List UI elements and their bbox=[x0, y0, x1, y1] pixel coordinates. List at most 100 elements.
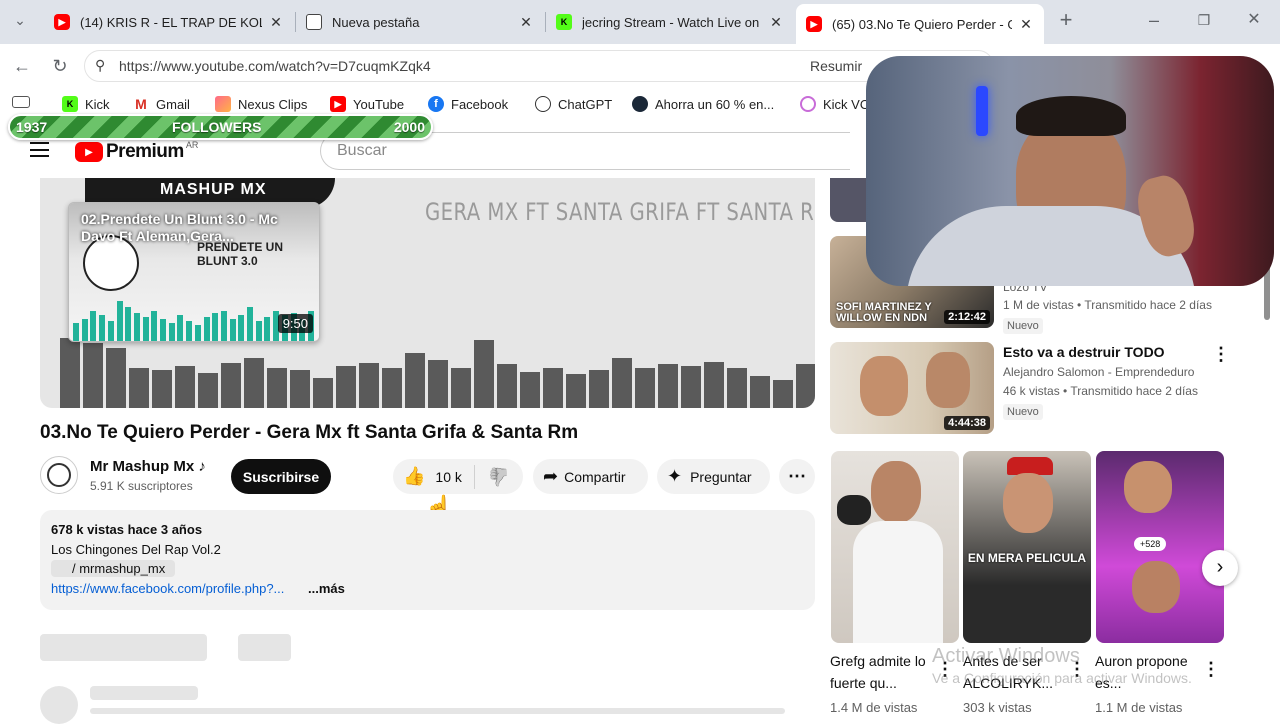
short-thumbnail[interactable] bbox=[831, 451, 959, 643]
url-input[interactable]: ⚲ https://www.youtube.com/watch?v=D7cuqm… bbox=[84, 50, 994, 82]
related-meta: 46 k vistas • Transmitido hace 2 días bbox=[1003, 384, 1198, 398]
visualizer-bar bbox=[290, 370, 310, 408]
bookmark-facebook[interactable]: f Facebook bbox=[428, 96, 508, 112]
short-title[interactable]: Grefg admite lo fuerte qu... bbox=[830, 650, 940, 694]
tab-1[interactable]: ▶ (14) KRIS R - EL TRAP DE KOLOM ✕ bbox=[44, 6, 294, 38]
visualizer-bar bbox=[244, 358, 264, 408]
preview-visualizer-bar bbox=[177, 315, 184, 341]
ask-button[interactable]: ✦ Preguntar bbox=[657, 459, 770, 494]
preview-visualizer-bar bbox=[90, 311, 97, 341]
preview-visualizer-bar bbox=[203, 317, 210, 341]
visualizer-bar bbox=[106, 348, 126, 408]
url-text: https://www.youtube.com/watch?v=D7cuqmKZ… bbox=[119, 58, 431, 74]
followers-target: 2000 bbox=[393, 119, 425, 135]
followers-current: 1937 bbox=[16, 119, 48, 135]
menu-icon[interactable] bbox=[30, 142, 49, 157]
bookmarks-menu-icon[interactable] bbox=[12, 96, 37, 108]
visualizer-bar bbox=[336, 366, 356, 408]
channel-avatar[interactable] bbox=[40, 456, 78, 494]
followers-goal-bar: 1937 FOLLOWERS 2000 bbox=[8, 114, 433, 140]
close-icon[interactable]: ✕ bbox=[1018, 16, 1034, 33]
tab-2[interactable]: Nueva pestaña ✕ bbox=[296, 6, 544, 38]
bookmark-steam[interactable]: Ahorra un 60 % en... bbox=[632, 96, 774, 112]
related-thumbnail-partial[interactable] bbox=[830, 178, 870, 222]
visualizer-bar bbox=[497, 364, 517, 408]
visualizer-bar bbox=[750, 376, 770, 408]
visualizer-bar bbox=[428, 360, 448, 408]
tab-title: Nueva pestaña bbox=[332, 14, 420, 30]
tab-search-icon[interactable]: ⌄ bbox=[8, 8, 32, 32]
related-title[interactable]: Esto va a destruir TODO bbox=[1003, 344, 1165, 360]
description-link[interactable]: https://www.facebook.com/profile.php?... bbox=[51, 581, 284, 596]
new-tab-button[interactable]: + bbox=[1054, 8, 1078, 32]
more-options-icon[interactable]: ⋮ bbox=[1202, 660, 1220, 678]
preview-visualizer-bar bbox=[186, 321, 193, 341]
close-icon[interactable]: ✕ bbox=[518, 14, 534, 31]
bookmark-nexus-clips[interactable]: Nexus Clips bbox=[215, 96, 307, 112]
preview-duration: 9:50 bbox=[277, 314, 313, 333]
preview-visualizer-bar bbox=[168, 323, 175, 341]
show-more-button[interactable]: ...más bbox=[308, 581, 345, 596]
visualizer-bar bbox=[382, 368, 402, 408]
bookmark-kick-vo[interactable]: Kick VO bbox=[800, 96, 870, 112]
summary-button[interactable]: Resumir bbox=[810, 58, 862, 74]
short-thumbnail[interactable]: +528 bbox=[1096, 451, 1224, 643]
visualizer-bar bbox=[566, 374, 586, 408]
dislike-button[interactable]: 👍 bbox=[475, 466, 523, 487]
preview-visualizer-bar bbox=[133, 313, 140, 341]
video-title: 03.No Te Quiero Perder - Gera Mx ft Sant… bbox=[40, 422, 579, 443]
video-duration: 4:44:38 bbox=[944, 416, 990, 430]
video-player[interactable]: MASHUP MX GERA MX FT SANTA GRIFA FT SANT… bbox=[40, 178, 815, 408]
visualizer-bar bbox=[313, 378, 333, 408]
site-info-icon[interactable]: ⚲ bbox=[95, 57, 105, 74]
like-button[interactable]: 👍 10 k bbox=[393, 464, 475, 489]
visualizer-bar bbox=[405, 353, 425, 408]
visualizer-bar bbox=[451, 368, 471, 408]
minimize-button[interactable]: – bbox=[1142, 8, 1166, 32]
description-handle[interactable]: / mrmashup_mx bbox=[51, 560, 176, 577]
related-channel[interactable]: Alejandro Salomon - Emprendeduro bbox=[1003, 365, 1194, 379]
short-thumbnail[interactable]: EN MERA PELICULA bbox=[963, 451, 1091, 643]
steam-icon bbox=[632, 96, 648, 112]
description-line: Los Chingones Del Rap Vol.2 bbox=[51, 542, 221, 557]
bookmark-youtube[interactable]: ▶ YouTube bbox=[330, 96, 404, 112]
bookmark-gmail[interactable]: M Gmail bbox=[133, 96, 190, 112]
share-button[interactable]: ➦ Compartir bbox=[533, 459, 648, 494]
preview-visualizer-bar bbox=[247, 307, 253, 341]
preview-thumbnail[interactable]: PRENDETE UN BLUNT 3.0 02.Prendete Un Blu… bbox=[68, 202, 320, 342]
close-icon[interactable]: ✕ bbox=[268, 14, 284, 31]
youtube-premium-logo[interactable]: ▶ Premium AR bbox=[75, 140, 198, 163]
youtube-icon: ▶ bbox=[54, 14, 70, 30]
channel-name[interactable]: Mr Mashup Mx ♪ bbox=[90, 458, 206, 475]
related-video-thumbnail[interactable]: 4:44:38 bbox=[830, 342, 994, 434]
visualizer-bar bbox=[175, 366, 195, 408]
visualizer-bar bbox=[267, 368, 287, 408]
short-views: 303 k vistas bbox=[963, 700, 1032, 715]
close-icon[interactable]: ✕ bbox=[768, 14, 784, 31]
bookmark-chatgpt[interactable]: ChatGPT bbox=[535, 96, 612, 112]
kick-icon: K bbox=[62, 96, 78, 112]
window-close-button[interactable]: ✕ bbox=[1242, 8, 1266, 32]
more-actions-button[interactable]: ⋯ bbox=[779, 459, 815, 494]
subscribe-button[interactable]: Suscribirse bbox=[231, 459, 331, 494]
visualizer-bar bbox=[773, 380, 793, 408]
description-box[interactable]: 678 k vistas hace 3 años Los Chingones D… bbox=[40, 510, 815, 610]
view-stats: 678 k vistas hace 3 años bbox=[51, 522, 203, 537]
restore-button[interactable]: ❐ bbox=[1192, 8, 1216, 32]
tab-3[interactable]: K jecring Stream - Watch Live on K ✕ bbox=[546, 6, 794, 38]
like-count: 10 k bbox=[435, 468, 462, 485]
reload-button[interactable]: ↻ bbox=[48, 54, 72, 78]
windows-activation-watermark-sub: Ve a Configuración para activar Windows. bbox=[932, 670, 1192, 686]
chevron-right-icon[interactable]: › bbox=[1202, 550, 1238, 586]
visualizer-bar bbox=[359, 363, 379, 408]
loading-placeholder bbox=[90, 708, 785, 714]
more-options-icon[interactable]: ⋮ bbox=[1212, 345, 1230, 363]
youtube-icon: ▶ bbox=[806, 16, 822, 32]
tab-4-active[interactable]: ▶ (65) 03.No Te Quiero Perder - Ge ✕ bbox=[796, 4, 1044, 44]
loading-placeholder bbox=[40, 686, 78, 724]
back-button[interactable]: ← bbox=[10, 54, 34, 78]
bookmark-kick[interactable]: K Kick bbox=[62, 96, 110, 112]
visualizer-bar bbox=[681, 366, 701, 408]
preview-visualizer-bar bbox=[81, 319, 88, 341]
nexus-icon bbox=[215, 96, 231, 112]
